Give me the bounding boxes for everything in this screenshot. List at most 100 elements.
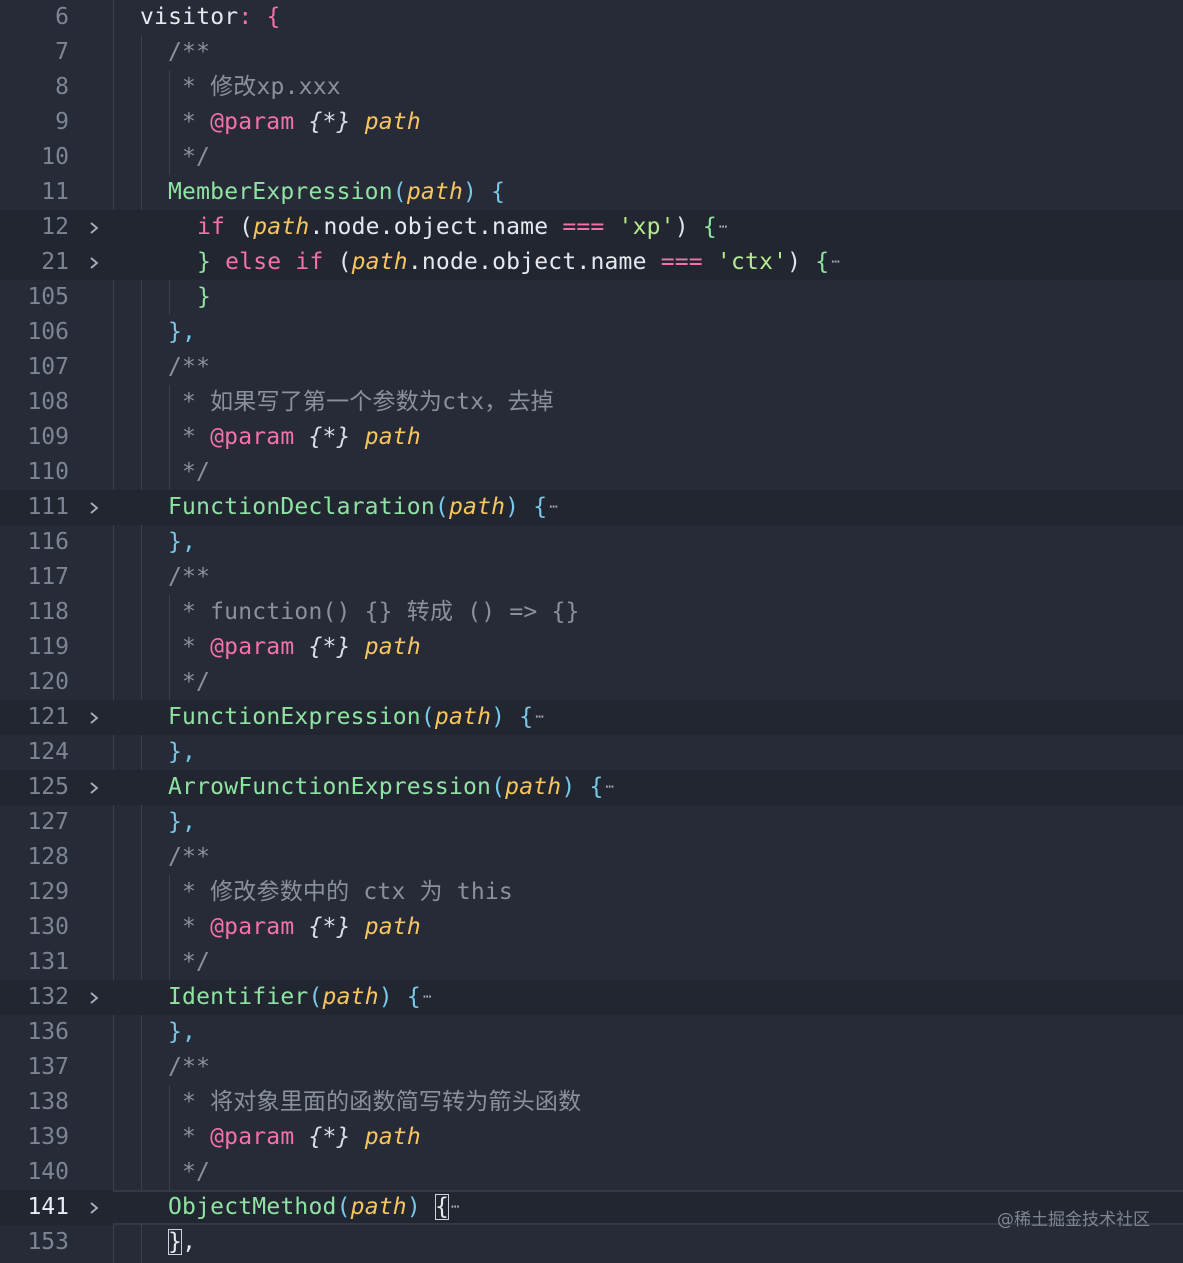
code-editor[interactable]: 6 visitor: { 7 /** 8 * 修改xp.xxx 9 * @par… xyxy=(0,0,1183,1263)
code-line[interactable]: 139 * @param {*} path xyxy=(0,1120,1183,1155)
doc-comment-close: */ xyxy=(182,459,211,485)
chevron-right-icon[interactable] xyxy=(84,210,104,245)
matched-brace: { xyxy=(434,1194,450,1220)
code-text: } xyxy=(197,284,212,310)
code-line[interactable]: 138 * 将对象里面的函数简写转为箭头函数 xyxy=(0,1085,1183,1120)
code-text: }, xyxy=(168,809,197,835)
chevron-right-icon[interactable] xyxy=(84,700,104,735)
chevron-right-icon[interactable] xyxy=(84,1190,104,1225)
code-line[interactable]: 9 * @param {*} path xyxy=(0,105,1183,140)
doc-comment-close: */ xyxy=(182,669,211,695)
folded-ellipsis-icon[interactable]: ⋯ xyxy=(549,490,558,525)
doc-comment-param: * @param {*} path xyxy=(182,914,421,940)
code-line[interactable]: 10 */ xyxy=(0,140,1183,175)
code-line[interactable]: 7 /** xyxy=(0,35,1183,70)
code-line[interactable]: 109 * @param {*} path xyxy=(0,420,1183,455)
line-number: 9 xyxy=(55,109,69,135)
code-line[interactable]: 117 /** xyxy=(0,560,1183,595)
code-line[interactable]: 124 }, xyxy=(0,735,1183,770)
line-number: 108 xyxy=(27,389,69,415)
code-text: }, xyxy=(168,1019,197,1045)
code-line[interactable]: 131 */ xyxy=(0,945,1183,980)
doc-comment-param: * @param {*} path xyxy=(182,424,421,450)
code-line[interactable]: 130 * @param {*} path xyxy=(0,910,1183,945)
line-number: 125 xyxy=(27,774,69,800)
line-number: 138 xyxy=(27,1089,69,1115)
code-line[interactable]: 128 /** xyxy=(0,840,1183,875)
folded-ellipsis-icon[interactable]: ⋯ xyxy=(606,770,615,805)
code-line[interactable]: 108 * 如果写了第一个参数为ctx，去掉 xyxy=(0,385,1183,420)
line-number: 109 xyxy=(27,424,69,450)
chevron-right-icon[interactable] xyxy=(84,490,104,525)
code-line[interactable]: 111 FunctionDeclaration(path) {⋯ xyxy=(0,490,1183,525)
watermark: @稀土掘金技术社区 xyxy=(997,1210,1150,1230)
chevron-right-icon[interactable] xyxy=(84,245,104,280)
code-line[interactable]: 132 Identifier(path) {⋯ xyxy=(0,980,1183,1015)
line-number: 10 xyxy=(41,144,69,170)
code-text: }, xyxy=(168,1229,197,1255)
code-line[interactable]: 6 visitor: { xyxy=(0,0,1183,35)
doc-comment-close: */ xyxy=(182,949,211,975)
code-line[interactable]: 125 ArrowFunctionExpression(path) {⋯ xyxy=(0,770,1183,805)
code-line[interactable]: 119 * @param {*} path xyxy=(0,630,1183,665)
line-number: 124 xyxy=(27,739,69,765)
folded-ellipsis-icon[interactable]: ⋯ xyxy=(831,245,840,280)
line-number: 6 xyxy=(55,4,69,30)
doc-comment-close: */ xyxy=(182,144,211,170)
line-number: 131 xyxy=(27,949,69,975)
folded-ellipsis-icon[interactable]: ⋯ xyxy=(451,1190,460,1225)
matched-brace: } xyxy=(168,1229,183,1255)
line-number: 11 xyxy=(41,179,69,205)
code-line[interactable]: 140 */ xyxy=(0,1155,1183,1190)
line-number: 153 xyxy=(27,1229,69,1255)
chevron-right-icon[interactable] xyxy=(84,980,104,1015)
doc-comment-param: * @param {*} path xyxy=(182,109,421,135)
code-line[interactable]: 137 /** xyxy=(0,1050,1183,1085)
code-line[interactable]: 11 MemberExpression(path) { xyxy=(0,175,1183,210)
line-number: 137 xyxy=(27,1054,69,1080)
code-text: }, xyxy=(168,529,197,555)
doc-comment-open: /** xyxy=(168,354,211,380)
code-line[interactable]: 106 }, xyxy=(0,315,1183,350)
line-number: 140 xyxy=(27,1159,69,1185)
line-number: 141 xyxy=(27,1194,69,1220)
code-text: FunctionExpression(path) {⋯ xyxy=(168,700,544,735)
line-number: 116 xyxy=(27,529,69,555)
code-line[interactable]: 116 }, xyxy=(0,525,1183,560)
line-number: 117 xyxy=(27,564,69,590)
code-line[interactable]: 105 } xyxy=(0,280,1183,315)
line-number: 121 xyxy=(27,704,69,730)
doc-comment-open: /** xyxy=(168,39,211,65)
chevron-right-icon[interactable] xyxy=(84,770,104,805)
code-text: FunctionDeclaration(path) {⋯ xyxy=(168,490,558,525)
code-line[interactable]: 136 }, xyxy=(0,1015,1183,1050)
code-line[interactable]: 110 */ xyxy=(0,455,1183,490)
code-line[interactable]: 121 FunctionExpression(path) {⋯ xyxy=(0,700,1183,735)
code-line[interactable]: 8 * 修改xp.xxx xyxy=(0,70,1183,105)
line-number: 106 xyxy=(27,319,69,345)
doc-comment-text: * 修改参数中的 ctx 为 this xyxy=(182,879,513,905)
code-line[interactable]: 21 } else if (path.node.object.name === … xyxy=(0,245,1183,280)
folded-ellipsis-icon[interactable]: ⋯ xyxy=(719,210,728,245)
code-line[interactable]: 12 if (path.node.object.name === 'xp') {… xyxy=(0,210,1183,245)
folded-ellipsis-icon[interactable]: ⋯ xyxy=(535,700,544,735)
code-text: ArrowFunctionExpression(path) {⋯ xyxy=(168,770,614,805)
code-line[interactable]: 107 /** xyxy=(0,350,1183,385)
line-number: 12 xyxy=(41,214,69,240)
line-number: 136 xyxy=(27,1019,69,1045)
code-text: }, xyxy=(168,739,197,765)
line-number: 107 xyxy=(27,354,69,380)
line-number: 21 xyxy=(41,249,69,275)
code-line[interactable]: 129 * 修改参数中的 ctx 为 this xyxy=(0,875,1183,910)
code-line[interactable]: 153 }, xyxy=(0,1225,1183,1260)
doc-comment-param: * @param {*} path xyxy=(182,634,421,660)
code-line[interactable]: 118 * function() {} 转成 () => {} xyxy=(0,595,1183,630)
code-line[interactable]: 127 }, xyxy=(0,805,1183,840)
line-number: 105 xyxy=(27,284,69,310)
doc-comment-open: /** xyxy=(168,1054,211,1080)
code-text: } else if (path.node.object.name === 'ct… xyxy=(197,245,840,280)
line-number: 118 xyxy=(27,599,69,625)
code-text: MemberExpression(path) { xyxy=(168,179,506,205)
folded-ellipsis-icon[interactable]: ⋯ xyxy=(423,980,432,1015)
code-line[interactable]: 120 */ xyxy=(0,665,1183,700)
